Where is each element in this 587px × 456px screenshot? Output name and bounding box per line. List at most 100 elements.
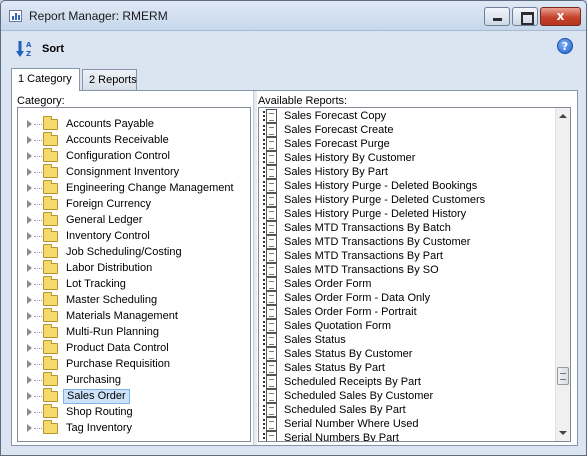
expand-arrow-icon[interactable] [27,248,32,256]
maximize-button[interactable] [512,7,538,26]
report-item[interactable]: Sales Quotation Form [259,319,556,333]
report-item[interactable]: Sales Forecast Copy [259,109,556,123]
tree-connector [34,124,42,125]
expand-arrow-icon[interactable] [27,328,32,336]
category-item[interactable]: Multi-Run Planning [18,324,250,340]
category-item[interactable]: Consignment Inventory [18,164,250,180]
tree-connector [34,412,42,413]
report-item[interactable]: Sales Status [259,333,556,347]
title-bar[interactable]: Report Manager: RMERM x [1,1,586,31]
category-item[interactable]: Product Data Control [18,340,250,356]
minimize-button[interactable] [484,7,510,26]
report-item[interactable]: Scheduled Sales By Customer [259,389,556,403]
category-item-label: Engineering Change Management [66,182,234,194]
report-item[interactable]: Sales Order Form - Data Only [259,291,556,305]
category-item[interactable]: Engineering Change Management [18,180,250,196]
category-item[interactable]: Purchasing [18,372,250,388]
expand-arrow-icon[interactable] [27,200,32,208]
help-icon[interactable]: ? [557,38,573,54]
expand-arrow-icon[interactable] [27,280,32,288]
category-item[interactable]: Accounts Receivable [18,132,250,148]
category-item[interactable]: Tag Inventory [18,420,250,436]
tree-connector [34,332,42,333]
category-item[interactable]: Configuration Control [18,148,250,164]
report-item[interactable]: Sales History Purge - Deleted Customers [259,193,556,207]
scroll-down-arrow-icon[interactable] [556,426,570,440]
pane-splitter[interactable] [253,91,257,445]
tab-reports[interactable]: 2 Reports [82,69,137,90]
reports-scrollbar[interactable] [555,108,570,441]
expand-arrow-icon[interactable] [27,296,32,304]
report-item-label: Sales History Purge - Deleted Customers [284,194,486,206]
scroll-up-arrow-icon[interactable] [556,109,570,123]
category-tree[interactable]: Accounts Payable Accounts Receivable Confi… [17,107,251,442]
category-item-label: Shop Routing [66,406,133,418]
report-item[interactable]: Sales Status By Part [259,361,556,375]
report-item[interactable]: Sales Status By Customer [259,347,556,361]
expand-arrow-icon[interactable] [27,424,32,432]
category-item[interactable]: Lot Tracking [18,276,250,292]
close-button[interactable]: x [540,7,581,26]
category-item-label: Product Data Control [66,342,169,354]
expand-arrow-icon[interactable] [27,184,32,192]
report-item[interactable]: Scheduled Sales By Part [259,403,556,417]
expand-arrow-icon[interactable] [27,344,32,352]
folder-icon [43,244,58,258]
report-item[interactable]: Serial Number Where Used [259,417,556,431]
expand-arrow-icon[interactable] [27,360,32,368]
category-item-label: Configuration Control [66,150,170,162]
report-document-icon [263,291,277,305]
report-item[interactable]: Sales History By Part [259,165,556,179]
expand-arrow-icon[interactable] [27,376,32,384]
expand-arrow-icon[interactable] [27,312,32,320]
folder-icon [43,308,58,322]
report-item[interactable]: Sales Forecast Purge [259,137,556,151]
report-item[interactable]: Sales MTD Transactions By SO [259,263,556,277]
report-item[interactable]: Scheduled Receipts By Part [259,375,556,389]
expand-arrow-icon[interactable] [27,216,32,224]
report-item[interactable]: Serial Numbers By Part [259,431,556,441]
report-item-label: Sales Order Form - Data Only [284,292,431,304]
category-item[interactable]: Inventory Control [18,228,250,244]
category-item[interactable]: Sales Order [18,388,250,404]
category-item[interactable]: General Ledger [18,212,250,228]
folder-icon [43,116,58,130]
category-item[interactable]: Materials Management [18,308,250,324]
category-item[interactable]: Shop Routing [18,404,250,420]
expand-arrow-icon[interactable] [27,152,32,160]
report-item[interactable]: Sales History By Customer [259,151,556,165]
folder-icon [43,340,58,354]
report-item[interactable]: Sales MTD Transactions By Part [259,249,556,263]
folder-icon [43,260,58,274]
report-item[interactable]: Sales Order Form - Portrait [259,305,556,319]
report-item[interactable]: Sales History Purge - Deleted History [259,207,556,221]
report-item[interactable]: Sales MTD Transactions By Batch [259,221,556,235]
folder-icon [43,372,58,386]
expand-arrow-icon[interactable] [27,408,32,416]
tab-panel: Category: Available Reports: Accounts Pa… [11,90,578,446]
available-reports-list[interactable]: Sales Forecast Copy Sales Forecast Create… [258,107,571,442]
expand-arrow-icon[interactable] [27,264,32,272]
category-item[interactable]: Purchase Requisition [18,356,250,372]
tab-category[interactable]: 1 Category [11,68,80,91]
expand-arrow-icon[interactable] [27,136,32,144]
category-item[interactable]: Accounts Payable [18,116,250,132]
expand-arrow-icon[interactable] [27,168,32,176]
category-item[interactable]: Master Scheduling [18,292,250,308]
tree-connector [34,204,42,205]
report-document-icon [263,417,277,431]
report-document-icon [263,263,277,277]
report-item[interactable]: Sales Order Form [259,277,556,291]
scrollbar-thumb[interactable] [557,367,569,385]
expand-arrow-icon[interactable] [27,232,32,240]
sort-az-icon[interactable]: A Z [15,40,35,58]
report-item[interactable]: Sales Forecast Create [259,123,556,137]
category-item[interactable]: Job Scheduling/Costing [18,244,250,260]
sort-button[interactable]: Sort [42,43,64,55]
report-item[interactable]: Sales MTD Transactions By Customer [259,235,556,249]
expand-arrow-icon[interactable] [27,120,32,128]
category-item[interactable]: Labor Distribution [18,260,250,276]
expand-arrow-icon[interactable] [27,392,32,400]
category-item[interactable]: Foreign Currency [18,196,250,212]
report-item[interactable]: Sales History Purge - Deleted Bookings [259,179,556,193]
